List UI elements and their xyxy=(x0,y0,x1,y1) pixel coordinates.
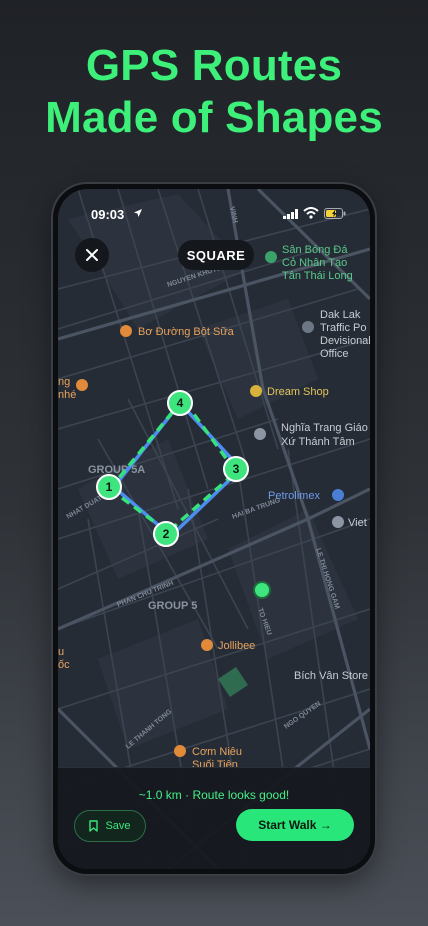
poi-name[interactable]: Dream Shop xyxy=(267,386,329,398)
wifi-icon xyxy=(303,207,319,219)
current-location-dot xyxy=(253,581,271,599)
restaurant-icon[interactable] xyxy=(76,379,88,391)
status-time: 09:03 xyxy=(91,207,125,222)
government-icon[interactable] xyxy=(302,321,314,333)
status-bar: 09:03 xyxy=(58,189,370,233)
place-icon[interactable] xyxy=(332,516,344,528)
poi-name[interactable]: Viet xyxy=(348,517,367,529)
route-summary: ~1.0 km · Route looks good! xyxy=(138,788,290,802)
poi-name[interactable]: u xyxy=(58,646,64,658)
save-label: Save xyxy=(105,820,131,832)
start-walk-label: Start Walk → xyxy=(258,818,332,832)
battery-icon xyxy=(324,208,346,219)
poi-name[interactable]: ng xyxy=(58,376,70,388)
area-label: GROUP 5 xyxy=(148,600,197,612)
poi-name[interactable]: Jollibee xyxy=(218,640,255,652)
park-icon[interactable] xyxy=(265,251,277,263)
shape-selector-chip[interactable]: SQUARE xyxy=(178,240,254,270)
waypoint-label: 1 xyxy=(106,480,113,494)
fuel-icon[interactable] xyxy=(332,489,344,501)
poi-name[interactable]: Office xyxy=(320,348,349,360)
poi-name[interactable]: Nghĩa Trang Giáo xyxy=(281,422,368,434)
restaurant-icon[interactable] xyxy=(201,639,213,651)
waypoint-label: 3 xyxy=(233,462,240,476)
poi-name[interactable]: ốc xyxy=(58,659,70,671)
poi-name[interactable]: Dak Lak xyxy=(320,309,361,321)
promo-line-1: GPS Routes xyxy=(85,41,343,90)
poi-name[interactable]: Traffic Po xyxy=(320,322,366,334)
area-label: GROUP 5A xyxy=(88,464,145,476)
phone-screen: NGUYEN KHUYEN PHAN CHU TRINH LE THANH TO… xyxy=(58,189,370,869)
poi-name[interactable]: Cơm Niêu xyxy=(192,746,242,758)
save-button[interactable]: Save xyxy=(74,810,146,842)
start-walk-button[interactable]: Start Walk → xyxy=(236,809,354,841)
waypoint-label: 4 xyxy=(177,396,184,410)
poi-name[interactable]: Xứ Thánh Tâm xyxy=(281,436,355,448)
route-panel: ~1.0 km · Route looks good! Save Start W… xyxy=(58,767,370,869)
poi-name[interactable]: nhé xyxy=(58,389,76,401)
poi-name[interactable]: Tân Thái Long xyxy=(282,270,353,282)
signal-icon xyxy=(283,209,298,219)
poi-name[interactable]: Petrolimex xyxy=(268,490,320,502)
location-arrow-icon xyxy=(134,209,142,217)
poi-name[interactable]: Bơ Đường Bột Sữa xyxy=(138,326,235,338)
phone-frame: NGUYEN KHUYEN PHAN CHU TRINH LE THANH TO… xyxy=(53,184,375,874)
bookmark-icon xyxy=(89,820,99,832)
poi-name[interactable]: Sân Bóng Đá xyxy=(282,244,348,256)
shape-label: SQUARE xyxy=(186,247,246,263)
poi-name[interactable]: Devisional xyxy=(320,335,370,347)
shop-icon[interactable] xyxy=(250,385,262,397)
promo-headline: GPS Routes Made of Shapes xyxy=(0,40,428,144)
promo-line-2: Made of Shapes xyxy=(45,93,383,142)
poi-name[interactable]: Cỏ Nhân Tạo xyxy=(282,257,347,269)
waypoint-label: 2 xyxy=(163,527,170,541)
cemetery-icon[interactable] xyxy=(254,428,266,440)
poi-name[interactable]: Bích Vân Store xyxy=(294,670,368,682)
close-button[interactable] xyxy=(75,238,109,272)
cafe-icon[interactable] xyxy=(120,325,132,337)
close-icon xyxy=(86,249,98,261)
restaurant-icon[interactable] xyxy=(174,745,186,757)
